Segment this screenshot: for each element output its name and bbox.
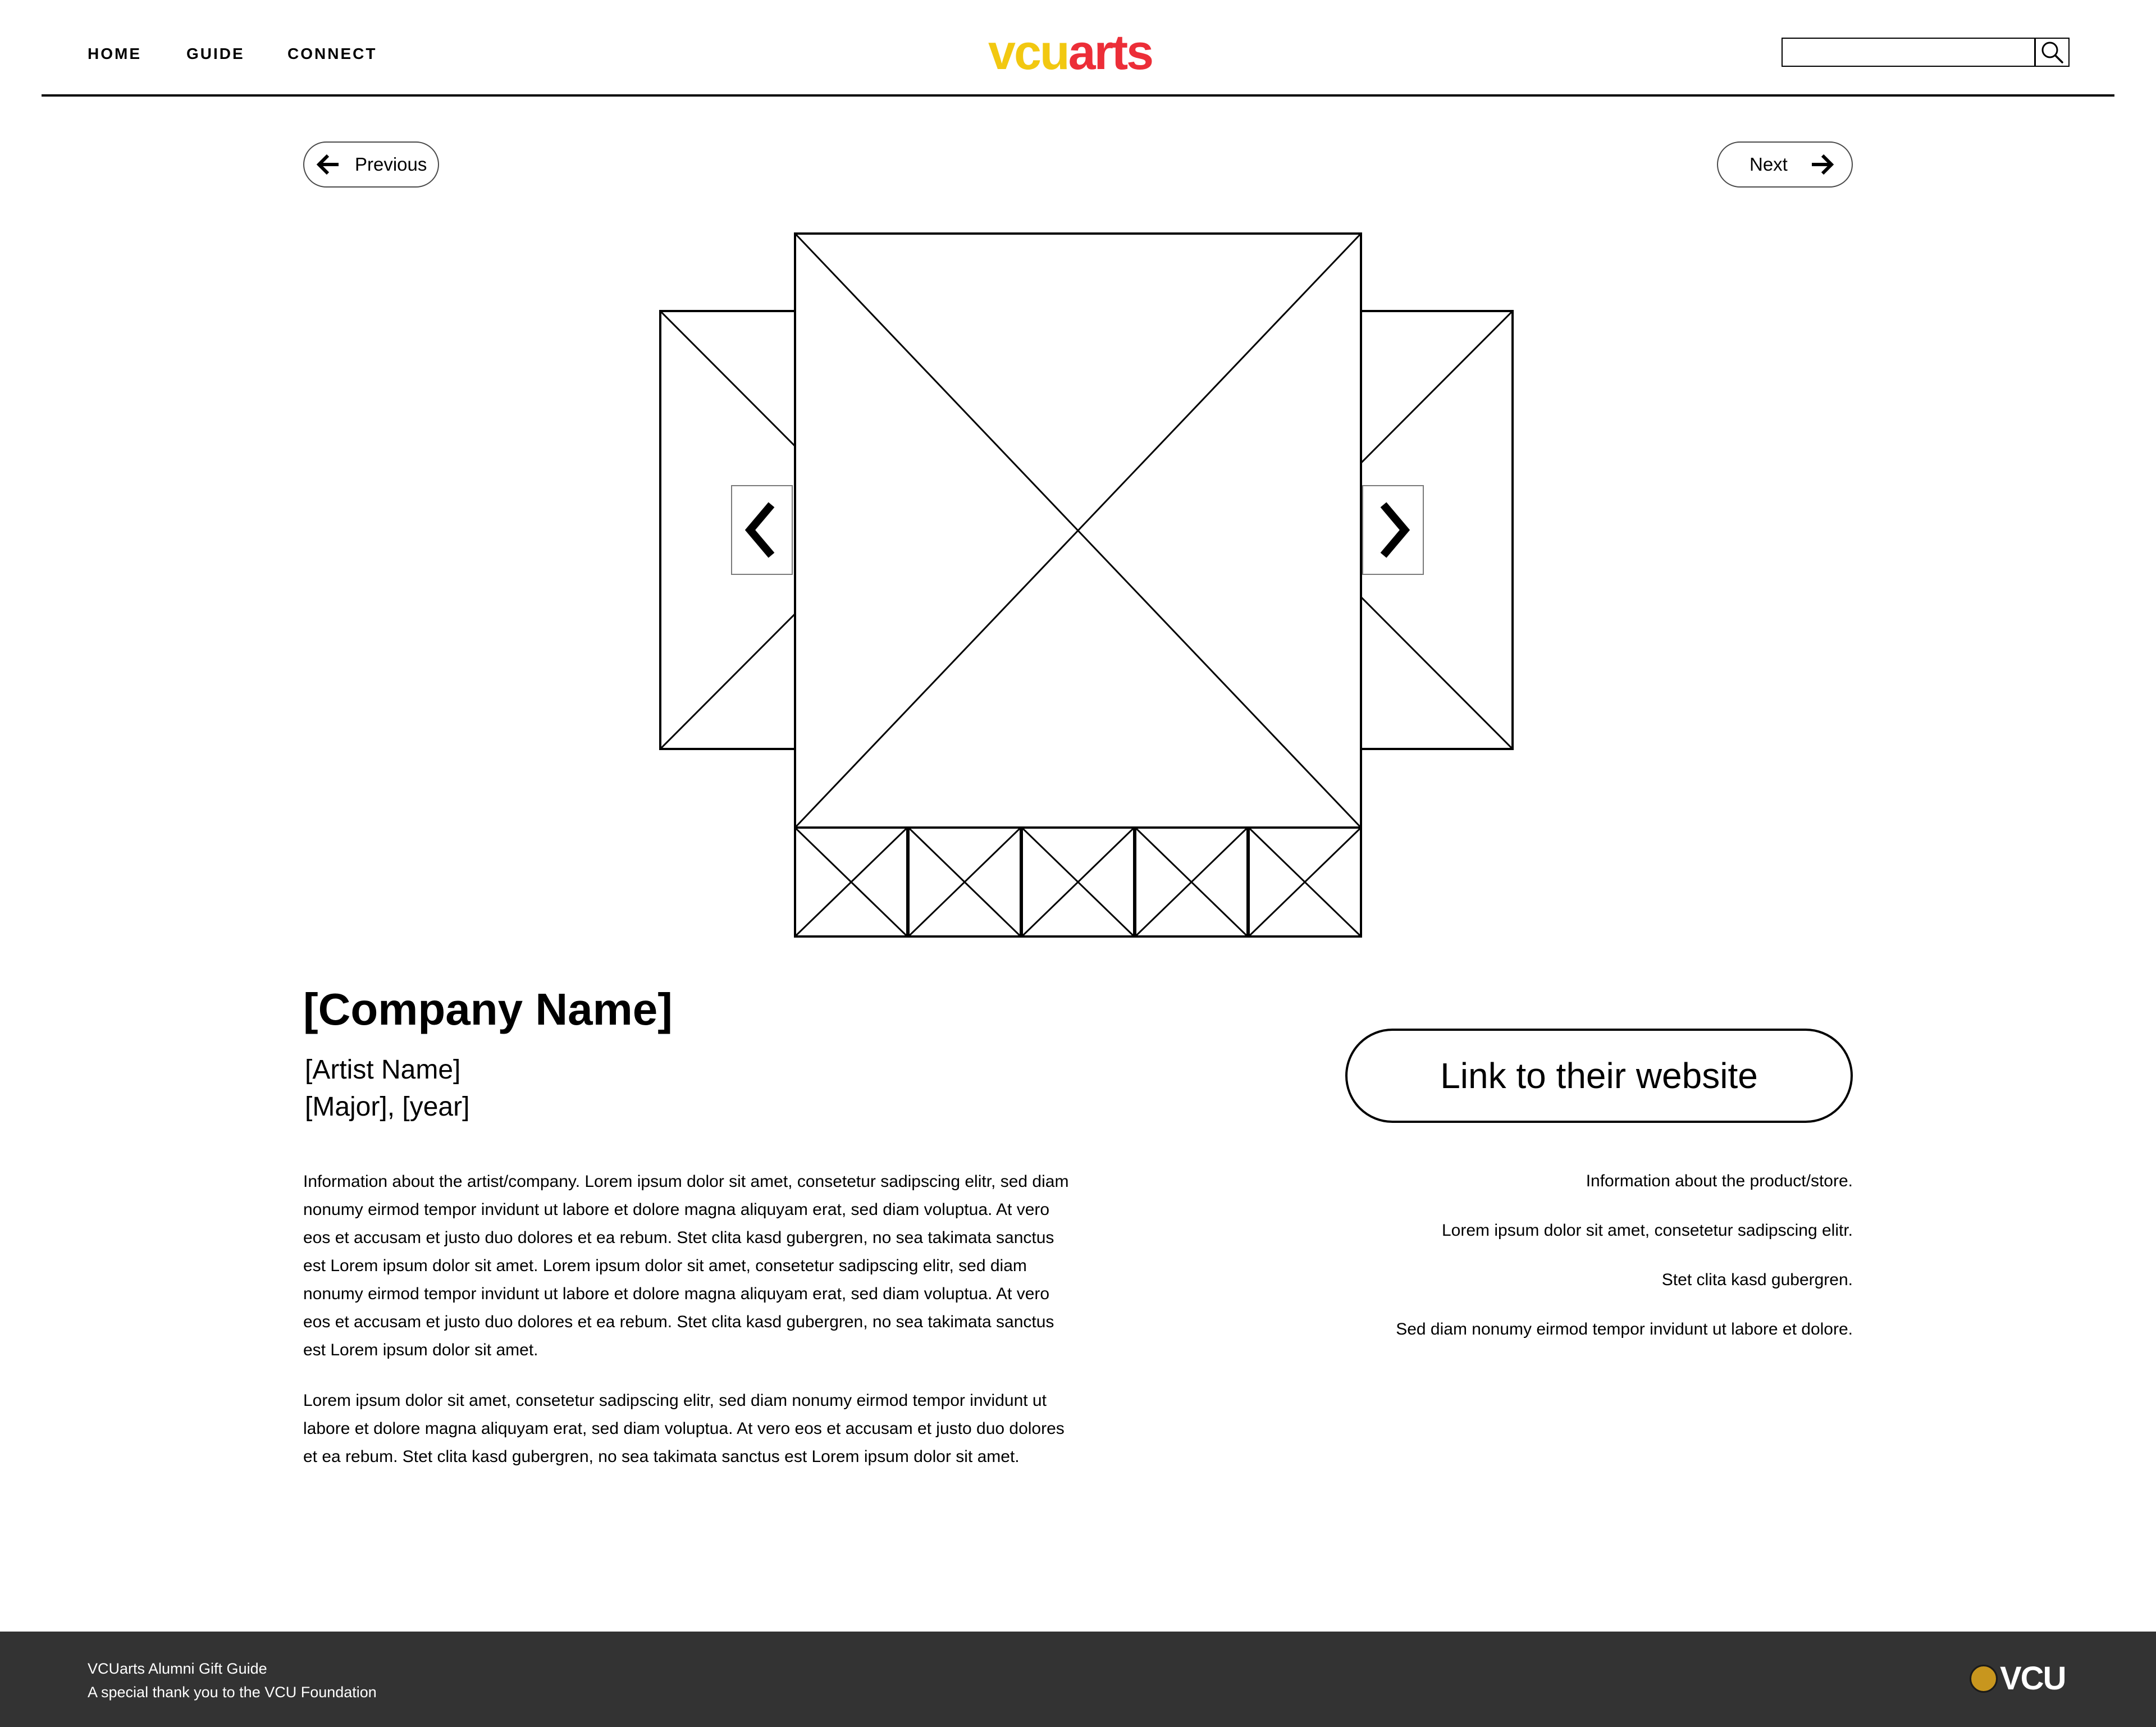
vcu-seal-icon bbox=[1970, 1665, 1998, 1693]
artist-name: [Artist Name] bbox=[305, 1055, 461, 1085]
next-label: Next bbox=[1750, 154, 1788, 175]
thumbnail-4[interactable] bbox=[1134, 826, 1249, 938]
search-icon bbox=[2041, 42, 2063, 63]
gallery-next-button[interactable] bbox=[1362, 485, 1424, 575]
vcuarts-logo[interactable]: vcuarts bbox=[988, 21, 1154, 83]
arrow-right-icon bbox=[1811, 154, 1834, 175]
website-link-button[interactable]: Link to their website bbox=[1345, 1029, 1853, 1123]
search-button[interactable] bbox=[2035, 38, 2070, 67]
product-info-line: Information about the product/store. bbox=[1586, 1172, 1853, 1190]
thumbnail-5[interactable] bbox=[1248, 826, 1362, 938]
artist-description-paragraph: Information about the artist/company. Lo… bbox=[303, 1172, 1069, 1359]
logo-arts-text: arts bbox=[1068, 24, 1154, 80]
chevron-right-icon bbox=[1380, 502, 1410, 558]
product-info-line: Stet clita kasd gubergren. bbox=[1661, 1271, 1853, 1289]
previous-button[interactable]: Previous bbox=[303, 141, 439, 188]
vcu-logo-text: VCU bbox=[2000, 1660, 2066, 1697]
product-info-line: Sed diam nonumy eirmod tempor invidunt u… bbox=[1396, 1320, 1853, 1338]
vcu-logo[interactable]: VCU bbox=[1970, 1660, 2066, 1697]
thumbnail-1[interactable] bbox=[794, 826, 908, 938]
header-divider bbox=[42, 94, 2114, 97]
nav-connect-link[interactable]: CONNECT bbox=[287, 43, 377, 65]
footer-thanks: A special thank you to the VCU Foundatio… bbox=[88, 1684, 377, 1701]
footer-title: VCUarts Alumni Gift Guide bbox=[88, 1660, 267, 1677]
gallery-prev-button[interactable] bbox=[731, 485, 793, 575]
artist-description-paragraph-2: Lorem ipsum dolor sit amet, consetetur s… bbox=[303, 1391, 1065, 1466]
nav-guide-link[interactable]: GUIDE bbox=[186, 43, 245, 65]
next-button[interactable]: Next bbox=[1717, 141, 1853, 188]
major-year: [Major], [year] bbox=[305, 1092, 470, 1122]
footer bbox=[0, 1632, 2156, 1727]
product-info-line: Lorem ipsum dolor sit amet, consetetur s… bbox=[1442, 1221, 1853, 1240]
main-image-placeholder bbox=[794, 232, 1362, 829]
thumbnail-3[interactable] bbox=[1021, 826, 1135, 938]
arrow-left-icon bbox=[316, 154, 339, 175]
company-name-heading: [Company Name] bbox=[303, 984, 673, 1034]
search-input[interactable] bbox=[1782, 38, 2035, 67]
nav-home-link[interactable]: HOME bbox=[88, 43, 141, 65]
logo-vcu-text: vcu bbox=[988, 24, 1070, 80]
chevron-left-icon bbox=[744, 502, 775, 558]
previous-label: Previous bbox=[355, 154, 427, 175]
thumbnail-2[interactable] bbox=[907, 826, 1022, 938]
